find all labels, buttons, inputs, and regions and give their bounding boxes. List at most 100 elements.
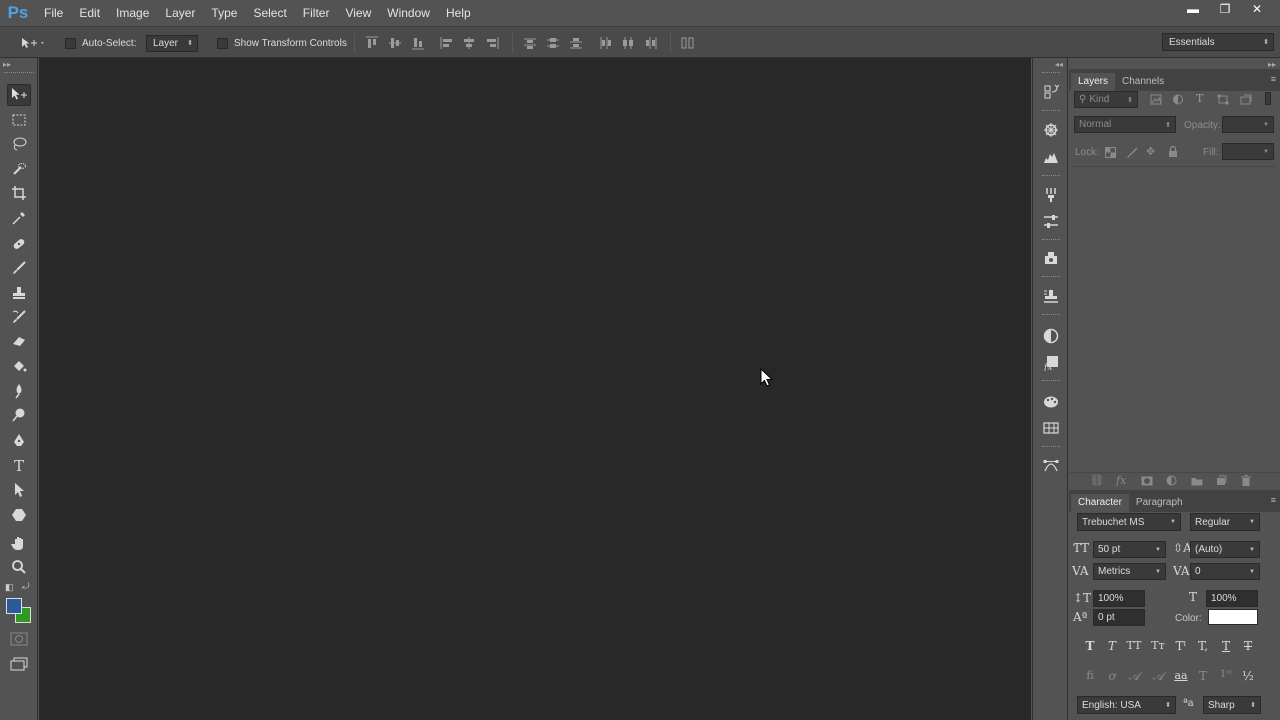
lock-transparent-pixels-icon[interactable]	[1105, 147, 1116, 158]
document-canvas[interactable]	[39, 58, 1031, 720]
styles-panel-icon[interactable]: fx	[1041, 353, 1061, 373]
tool-presets-panel-icon[interactable]	[1041, 286, 1061, 306]
menu-select[interactable]: Select	[245, 0, 294, 26]
default-colors-icon[interactable]: ◧	[5, 582, 14, 593]
swash-button[interactable]: 𝒜	[1125, 669, 1143, 684]
filter-pixel-layers-icon[interactable]	[1150, 94, 1162, 105]
all-caps-button[interactable]: TT	[1125, 639, 1143, 652]
tracking-field[interactable]: 0 ▼	[1190, 563, 1260, 580]
panel-grip[interactable]	[1042, 446, 1060, 448]
clone-source-panel-icon[interactable]	[1041, 248, 1061, 268]
quick-selection-tool[interactable]	[7, 158, 31, 180]
faux-italic-button[interactable]: T	[1103, 639, 1121, 653]
new-group-folder-icon[interactable]	[1191, 476, 1203, 486]
quick-mask-button[interactable]	[10, 632, 28, 649]
collapse-arrows-icon[interactable]: ▸▸	[3, 60, 11, 69]
brush-presets-panel-icon[interactable]	[1041, 185, 1061, 205]
distribute-horizontal-centers-icon[interactable]	[621, 36, 635, 50]
menu-type[interactable]: Type	[203, 0, 245, 26]
font-style-dropdown[interactable]: Regular ▼	[1190, 513, 1260, 531]
ordinals-st-button[interactable]: 1ˢᵗ	[1217, 669, 1235, 680]
healing-brush-tool[interactable]	[7, 233, 31, 255]
vertical-scale-field[interactable]: 100%	[1093, 590, 1145, 607]
panel-menu-icon[interactable]: ≡	[1271, 74, 1276, 84]
align-left-edges-icon[interactable]	[440, 36, 454, 50]
tab-channels[interactable]: Channels	[1115, 73, 1171, 91]
layer-style-fx-icon[interactable]: fx	[1116, 474, 1126, 487]
swatches-grid-panel-icon[interactable]	[1041, 418, 1061, 438]
blend-mode-dropdown[interactable]: Normal ⬍	[1074, 116, 1176, 133]
lasso-tool[interactable]	[7, 133, 31, 155]
kerning-field[interactable]: Metrics ▼	[1093, 563, 1166, 580]
horizontal-scale-field[interactable]: 100%	[1206, 590, 1258, 607]
paint-bucket-tool[interactable]	[7, 355, 31, 377]
menu-image[interactable]: Image	[108, 0, 157, 26]
navigator-panel-icon[interactable]	[1041, 120, 1061, 140]
screen-mode-button[interactable]	[10, 657, 28, 674]
clone-stamp-tool[interactable]	[7, 282, 31, 304]
font-size-field[interactable]: 50 pt ▼	[1093, 541, 1166, 558]
new-adjustment-layer-icon[interactable]	[1166, 475, 1177, 486]
menu-file[interactable]: File	[36, 0, 71, 26]
pen-tool[interactable]	[7, 430, 31, 452]
distribute-vertical-centers-icon[interactable]	[546, 36, 560, 50]
new-layer-icon[interactable]	[1216, 475, 1227, 486]
swap-colors-icon[interactable]: ⤾	[22, 581, 30, 592]
menu-help[interactable]: Help	[438, 0, 479, 26]
marquee-tool[interactable]	[7, 109, 31, 131]
path-selection-tool[interactable]	[7, 479, 31, 501]
layers-list[interactable]	[1072, 166, 1277, 472]
titling-alternates-button[interactable]: aa	[1172, 669, 1190, 682]
subscript-button[interactable]: T,	[1194, 639, 1212, 653]
font-family-dropdown[interactable]: Trebuchet MS ▼	[1077, 513, 1181, 531]
fill-field[interactable]: ▼	[1222, 143, 1274, 160]
filter-toggle-switch[interactable]	[1265, 92, 1271, 105]
stylistic-alternates-button[interactable]: 𝒜	[1149, 669, 1167, 684]
auto-select-option[interactable]: Auto-Select:	[65, 35, 136, 51]
align-bottom-edges-icon[interactable]	[411, 36, 425, 50]
panel-grip[interactable]	[1042, 72, 1060, 74]
distribute-right-icon[interactable]	[644, 36, 658, 50]
panel-menu-icon[interactable]: ≡	[1271, 495, 1276, 505]
align-horizontal-centers-icon[interactable]	[462, 36, 476, 50]
link-layers-icon[interactable]: ⛓	[1090, 474, 1104, 487]
align-right-edges-icon[interactable]	[485, 36, 499, 50]
panel-grip[interactable]	[1042, 175, 1060, 177]
paths-panel-icon[interactable]	[1041, 456, 1061, 476]
lock-position-icon[interactable]: ✥	[1146, 145, 1155, 158]
tab-paragraph[interactable]: Paragraph	[1129, 494, 1190, 512]
restore-button[interactable]: ❐	[1212, 0, 1238, 18]
menu-edit[interactable]: Edit	[71, 0, 108, 26]
filter-smart-objects-icon[interactable]	[1240, 94, 1252, 105]
tool-preset-picker[interactable]	[20, 35, 46, 51]
collapse-arrows-icon[interactable]: ▸▸	[1268, 60, 1276, 69]
menu-filter[interactable]: Filter	[295, 0, 338, 26]
distribute-left-icon[interactable]	[598, 36, 612, 50]
brush-panel-icon[interactable]	[1041, 211, 1061, 231]
panel-grip[interactable]	[1042, 239, 1060, 241]
menu-view[interactable]: View	[337, 0, 379, 26]
trash-icon[interactable]	[1241, 475, 1251, 486]
underline-button[interactable]: T	[1217, 639, 1235, 653]
close-button[interactable]: ✕	[1244, 0, 1270, 18]
small-caps-button[interactable]: Tт	[1149, 639, 1167, 652]
leading-field[interactable]: (Auto) ▼	[1190, 541, 1260, 558]
adjustments-panel-icon[interactable]	[1041, 326, 1061, 346]
tab-character[interactable]: Character	[1071, 494, 1129, 512]
distribute-bottom-icon[interactable]	[569, 36, 583, 50]
eyedropper-tool[interactable]	[7, 207, 31, 229]
faux-bold-button[interactable]: T	[1081, 639, 1099, 653]
blur-tool[interactable]	[7, 380, 31, 402]
align-vertical-centers-icon[interactable]	[388, 36, 402, 50]
crop-tool[interactable]	[7, 182, 31, 204]
zoom-tool[interactable]	[7, 556, 31, 578]
panel-grip[interactable]	[1042, 110, 1060, 112]
fractions-button[interactable]: ½	[1239, 669, 1257, 683]
auto-select-dropdown[interactable]: Layer ⬍	[146, 34, 198, 52]
menu-layer[interactable]: Layer	[157, 0, 203, 26]
history-brush-tool[interactable]	[7, 306, 31, 328]
distribute-top-icon[interactable]	[523, 36, 537, 50]
antialias-dropdown[interactable]: Sharp ⬍	[1203, 696, 1261, 714]
panel-grip[interactable]	[1042, 380, 1060, 382]
foreground-color-swatch[interactable]	[6, 598, 22, 614]
